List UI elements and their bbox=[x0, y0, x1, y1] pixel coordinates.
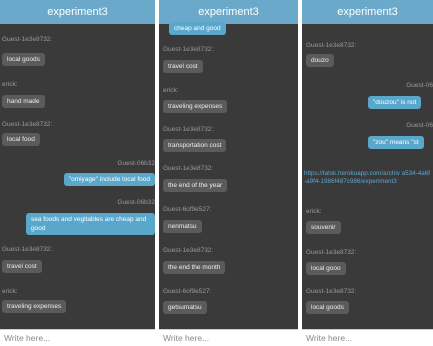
chat-panel-2: experiment3 cheap and good Guest-1e3e873… bbox=[159, 0, 298, 346]
message-sender: Guest-1e3e8732: bbox=[163, 126, 214, 133]
message-sender: Guest-1e3e8732: bbox=[306, 288, 357, 295]
message-bubble: "zou" means "st bbox=[368, 136, 424, 149]
message-sender: Guest-6of9e527: bbox=[163, 206, 212, 213]
message-bubble: local food bbox=[2, 133, 40, 146]
panel-title: experiment3 bbox=[0, 0, 155, 24]
message-bubble: traveling expenses bbox=[163, 100, 228, 113]
message-sender: Guest-1e3e8732: bbox=[2, 246, 53, 253]
message-bubble: getsumatsu bbox=[163, 301, 207, 314]
message-sender: Guest-1e3e8732: bbox=[306, 249, 357, 256]
message-bubble: hand made bbox=[2, 95, 45, 108]
message-bubble: the end of the year bbox=[163, 179, 228, 192]
message-sender: erick: bbox=[163, 87, 179, 94]
message-bubble: local gooo bbox=[306, 262, 346, 275]
message-sender: Guest-1e3e8732: bbox=[2, 121, 53, 128]
message-bubble: traveling expenses bbox=[2, 300, 67, 313]
message-list[interactable]: cheap and good Guest-1e3e8732: travel co… bbox=[159, 22, 298, 329]
message-bubble: the end the month bbox=[163, 261, 226, 274]
message-bubble: travel cost bbox=[163, 60, 203, 73]
message-bubble: douzo bbox=[306, 54, 334, 67]
message-input[interactable]: Write here... bbox=[159, 329, 298, 346]
message-sender: Guest-1e3e8732: bbox=[163, 247, 214, 254]
message-bubble: local goods bbox=[2, 53, 45, 66]
message-bubble: nenmatsu bbox=[163, 220, 202, 233]
archive-link[interactable]: https://tatsk.herokuapp.com/archiv a534-… bbox=[304, 170, 431, 186]
chat-panel-3: experiment3 Guest-1e3e8732: douzo Guest-… bbox=[302, 0, 433, 346]
message-list[interactable]: Guest-1e3e8732: local goods erick: hand … bbox=[0, 24, 155, 329]
message-sender: erick: bbox=[2, 81, 18, 88]
message-input[interactable]: Write here... bbox=[0, 329, 155, 346]
message-sender: Guest-06b32 bbox=[117, 160, 155, 167]
message-sender: erick: bbox=[306, 208, 322, 215]
message-sender: Guest-1e3e8732: bbox=[2, 36, 53, 43]
message-sender: Guest-1e3e8732: bbox=[163, 46, 214, 53]
message-bubble: local goods bbox=[306, 301, 349, 314]
panel-title: experiment3 bbox=[159, 0, 298, 24]
message-bubble: cheap and good bbox=[169, 22, 226, 35]
message-bubble: "douzou" is not bbox=[368, 96, 422, 109]
message-sender: erick: bbox=[2, 288, 18, 295]
message-sender: Guest-06b32 bbox=[117, 199, 155, 206]
message-bubble: sea foods and vegitables are cheap and g… bbox=[26, 213, 155, 235]
message-sender: Guest-1e3e8732: bbox=[163, 165, 214, 172]
message-input[interactable]: Write here... bbox=[302, 329, 433, 346]
panel-title: experiment3 bbox=[302, 0, 433, 24]
message-bubble: souvenir bbox=[306, 221, 341, 234]
message-list[interactable]: Guest-1e3e8732: douzo Guest-06 "douzou" … bbox=[302, 24, 433, 329]
message-bubble: travel cost bbox=[2, 260, 42, 273]
message-bubble: transportation cost bbox=[163, 139, 227, 152]
message-sender: Guest-6of9e527: bbox=[163, 288, 212, 295]
message-sender: Guest-06 bbox=[406, 122, 433, 129]
message-sender: Guest-06 bbox=[406, 82, 433, 89]
message-sender: Guest-1e3e8732: bbox=[306, 42, 357, 49]
chat-panel-1: experiment3 Guest-1e3e8732: local goods … bbox=[0, 0, 155, 346]
message-bubble: "omiyage" include local food bbox=[63, 173, 155, 186]
